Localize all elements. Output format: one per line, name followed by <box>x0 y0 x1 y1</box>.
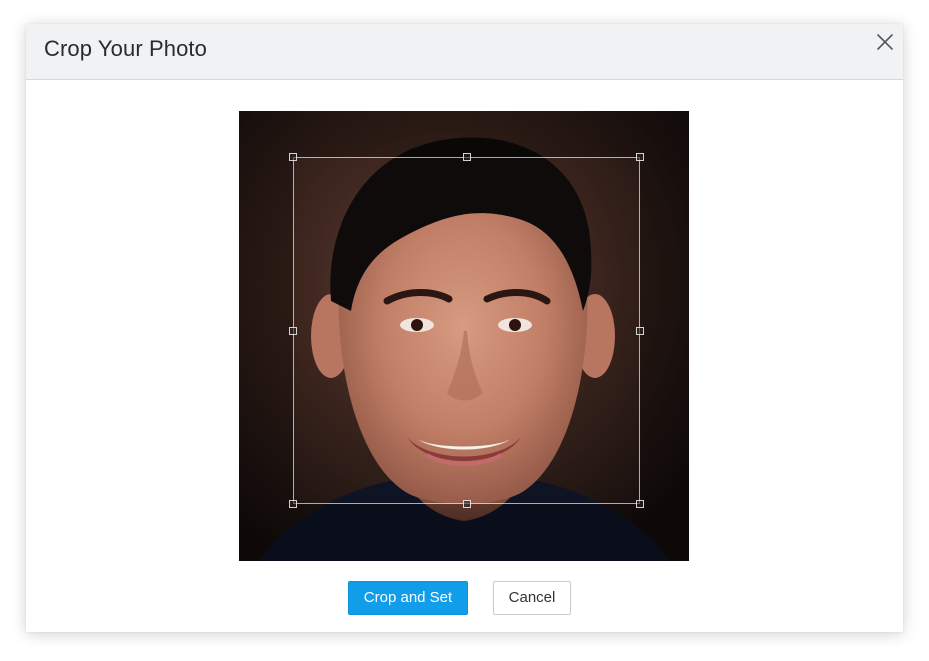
close-icon <box>877 34 893 50</box>
crop-handle-top-right[interactable] <box>636 153 644 161</box>
crop-selection-box[interactable] <box>289 153 644 508</box>
cancel-button[interactable]: Cancel <box>493 581 571 615</box>
crop-handle-middle-right[interactable] <box>636 326 644 335</box>
crop-handle-top-middle[interactable] <box>462 153 471 161</box>
crop-handle-bottom-right[interactable] <box>636 500 644 508</box>
crop-handle-bottom-middle[interactable] <box>462 500 471 508</box>
dialog-body: Crop and Set Cancel <box>26 80 903 632</box>
crop-and-set-button[interactable]: Crop and Set <box>348 581 468 615</box>
photo-preview <box>239 111 689 561</box>
crop-handle-bottom-left[interactable] <box>289 500 297 508</box>
dialog-title: Crop Your Photo <box>44 36 207 61</box>
crop-handle-middle-left[interactable] <box>289 326 297 335</box>
screen: Crop Your Photo Crop and Set Cancel <box>0 0 929 661</box>
crop-photo-dialog: Crop Your Photo Crop and Set Cancel <box>26 24 903 632</box>
crop-handle-top-left[interactable] <box>289 153 297 161</box>
dialog-header: Crop Your Photo <box>26 24 903 80</box>
close-button[interactable] <box>875 32 895 52</box>
